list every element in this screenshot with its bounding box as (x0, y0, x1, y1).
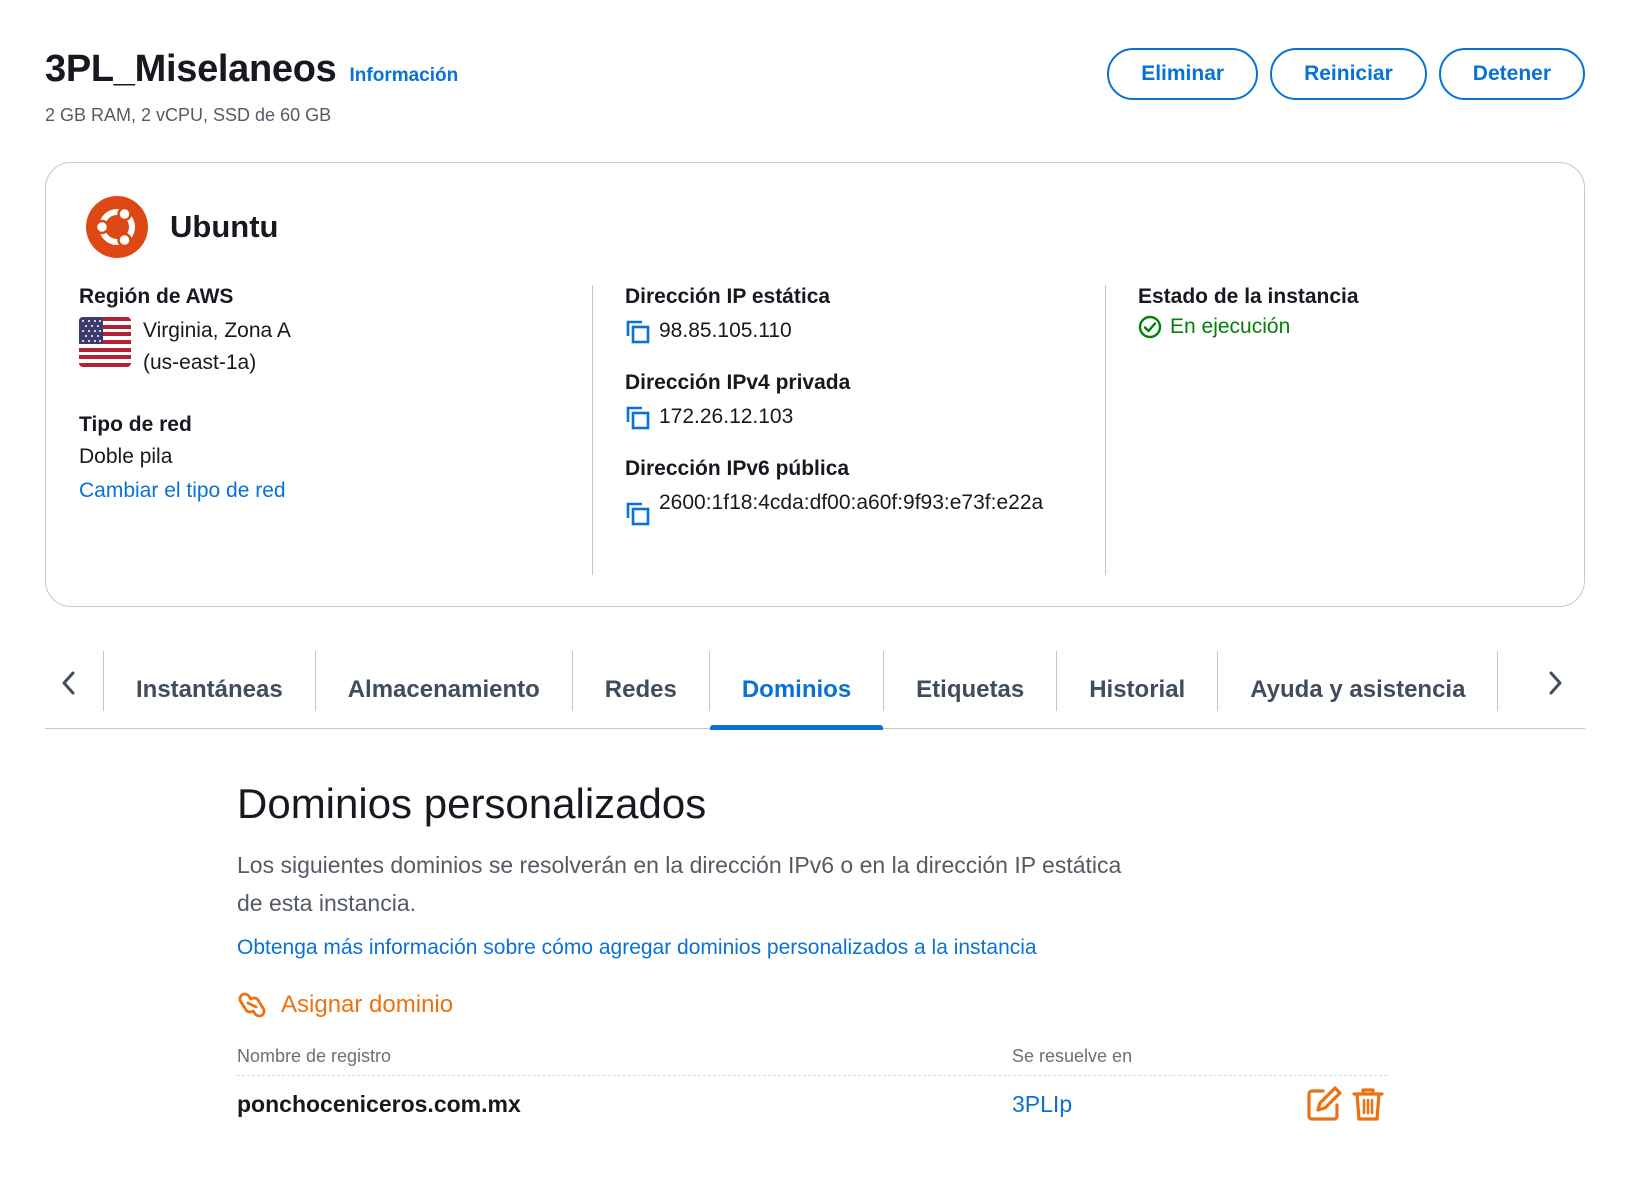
header-actions: Eliminar Reiniciar Detener (1107, 48, 1585, 100)
region-name: Virginia, Zona A (143, 319, 291, 342)
section-description: Los siguientes dominios se resolverán en… (237, 852, 1122, 916)
instance-summary-card: Ubuntu Región de AWS Virginia, Zona A (u… (45, 162, 1585, 607)
instance-specs: 2 GB RAM, 2 vCPU, SSD de 60 GB (45, 105, 332, 125)
instance-state-value: En ejecución (1170, 315, 1291, 338)
instance-state: En ejecución (1138, 315, 1545, 339)
section-title: Dominios personalizados (237, 780, 707, 827)
page-header: 3PL_Miselaneos Información 2 GB RAM, 2 v… (45, 48, 1585, 138)
region-label: Región de AWS (79, 285, 234, 308)
network-type-label: Tipo de red (79, 413, 192, 436)
assign-domain-label: Asignar dominio (281, 991, 454, 1018)
change-network-type-link[interactable]: Cambiar el tipo de red (79, 479, 559, 503)
copy-icon[interactable] (625, 405, 651, 431)
copy-icon[interactable] (625, 501, 651, 527)
domains-table: Nombre de registro Se resuelve en poncho… (237, 1046, 1387, 1132)
chevron-left-icon (62, 671, 75, 695)
tab-divider (1497, 651, 1499, 711)
record-name-cell: ponchoceniceros.com.mx (237, 1090, 521, 1117)
private-ipv4-value: 172.26.12.103 (659, 405, 794, 428)
region-row: Virginia, Zona A (us-east-1a) (79, 315, 559, 379)
column-resolves-to: Se resuelve en (1012, 1046, 1133, 1066)
public-ipv6-value: 2600:1f18:4cda:df00:a60f:9f93:e73f:e22a (659, 491, 1044, 514)
tab-historial[interactable]: Historial (1057, 651, 1217, 729)
static-ip-row: 98.85.105.110 (625, 315, 1072, 347)
tabs-scroll-right[interactable] (1531, 659, 1579, 707)
table-row: ponchoceniceros.com.mx 3PLIp (237, 1076, 1387, 1132)
link-domain-icon (238, 992, 266, 1018)
assign-domain-button[interactable]: Asignar dominio (237, 990, 1387, 1020)
os-row: Ubuntu (86, 196, 278, 258)
us-flag-icon (79, 317, 131, 367)
info-link[interactable]: Información (350, 65, 459, 87)
check-circle-icon (1138, 315, 1162, 339)
edit-icon[interactable] (1305, 1085, 1343, 1123)
ip-addresses-column: Dirección IP estática 98.85.105.110 Dire… (592, 285, 1072, 575)
instance-state-label: Estado de la instancia (1138, 285, 1359, 308)
resolves-to-link[interactable]: 3PLIp (1012, 1091, 1302, 1118)
tabs-scroll-left[interactable] (45, 659, 93, 707)
tab-etiquetas[interactable]: Etiquetas (884, 651, 1056, 729)
learn-more-link[interactable]: Obtenga más información sobre cómo agreg… (237, 936, 1387, 960)
restart-button[interactable]: Reiniciar (1270, 48, 1427, 100)
os-name: Ubuntu (170, 209, 279, 244)
ubuntu-logo-icon (86, 196, 148, 258)
stop-button[interactable]: Detener (1438, 48, 1585, 100)
static-ip-label: Dirección IP estática (625, 285, 831, 308)
delete-button[interactable]: Eliminar (1107, 48, 1259, 100)
tab-bar: Instantáneas Almacenamiento Redes Domini… (45, 651, 1585, 730)
instance-state-column: Estado de la instancia En ejecución (1105, 285, 1545, 575)
column-record-name: Nombre de registro (237, 1046, 392, 1066)
region-network-column: Región de AWS Virginia, Zona A (us-east-… (79, 285, 559, 503)
trash-icon[interactable] (1349, 1085, 1387, 1123)
network-type-value: Doble pila (79, 445, 173, 468)
table-header: Nombre de registro Se resuelve en (237, 1046, 1387, 1076)
private-ipv4-label: Dirección IPv4 privada (625, 371, 851, 394)
public-ipv6-label: Dirección IPv6 pública (625, 457, 850, 480)
tab-instantaneas[interactable]: Instantáneas (104, 651, 315, 729)
custom-domains-section: Dominios personalizados Los siguientes d… (237, 780, 1387, 1132)
tab-dominios[interactable]: Dominios (709, 651, 884, 730)
tab-ayuda[interactable]: Ayuda y asistencia (1218, 651, 1497, 729)
region-code: (us-east-1a) (143, 351, 257, 374)
instance-title: 3PL_Miselaneos (45, 48, 337, 90)
chevron-right-icon (1549, 671, 1562, 695)
tab-redes[interactable]: Redes (573, 651, 709, 729)
private-ipv4-row: 172.26.12.103 (625, 401, 1072, 433)
public-ipv6-row: 2600:1f18:4cda:df00:a60f:9f93:e73f:e22a (625, 487, 1072, 527)
static-ip-value: 98.85.105.110 (659, 319, 792, 342)
row-actions (1302, 1085, 1387, 1123)
copy-icon[interactable] (625, 319, 651, 345)
tab-list: Instantáneas Almacenamiento Redes Domini… (103, 651, 1499, 730)
tab-almacenamiento[interactable]: Almacenamiento (316, 651, 572, 729)
